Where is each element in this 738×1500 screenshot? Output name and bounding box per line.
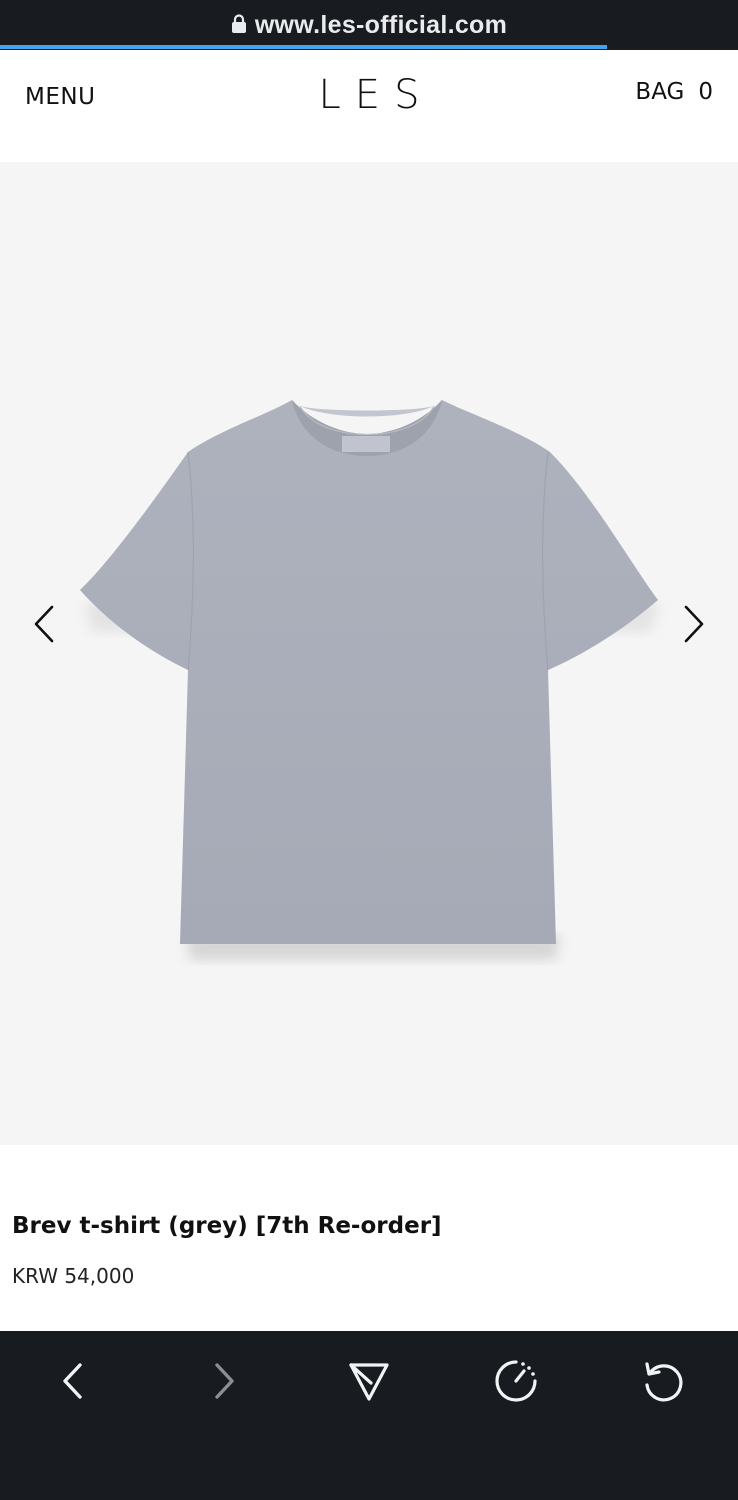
share-button[interactable] — [339, 1351, 399, 1411]
product-price: KRW 54,000 — [12, 1264, 135, 1288]
gallery-prev-button[interactable] — [24, 599, 64, 649]
page-load-progress — [0, 45, 608, 49]
bag-count: 0 — [698, 79, 713, 105]
lock-icon — [231, 14, 246, 33]
gallery-next-button[interactable] — [674, 599, 714, 649]
browser-back-button[interactable] — [45, 1351, 105, 1411]
chevron-right-icon — [684, 605, 704, 643]
reload-icon — [645, 1362, 683, 1402]
chevron-left-icon — [63, 1363, 82, 1399]
timer-button[interactable] — [486, 1351, 546, 1411]
product-image — [80, 400, 660, 960]
product-gallery — [0, 162, 738, 1145]
browser-forward-button[interactable] — [192, 1351, 252, 1411]
chevron-left-icon — [34, 605, 54, 643]
brand-logo[interactable]: LES — [0, 72, 738, 118]
bag-button[interactable]: BAG 0 — [635, 79, 713, 105]
browser-toolbar — [0, 1331, 738, 1500]
reload-button[interactable] — [633, 1351, 693, 1411]
url-display[interactable]: www.les-official.com — [0, 10, 738, 40]
browser-address-bar[interactable]: www.les-official.com — [0, 0, 738, 50]
product-title: Brev t-shirt (grey) [7th Re-order] — [12, 1213, 442, 1239]
timer-icon — [495, 1360, 537, 1402]
chevron-right-icon — [215, 1363, 234, 1399]
send-icon — [349, 1363, 389, 1401]
bag-label: BAG — [635, 79, 685, 105]
url-text: www.les-official.com — [254, 10, 508, 39]
site-header: MENU LES BAG 0 — [0, 50, 738, 162]
